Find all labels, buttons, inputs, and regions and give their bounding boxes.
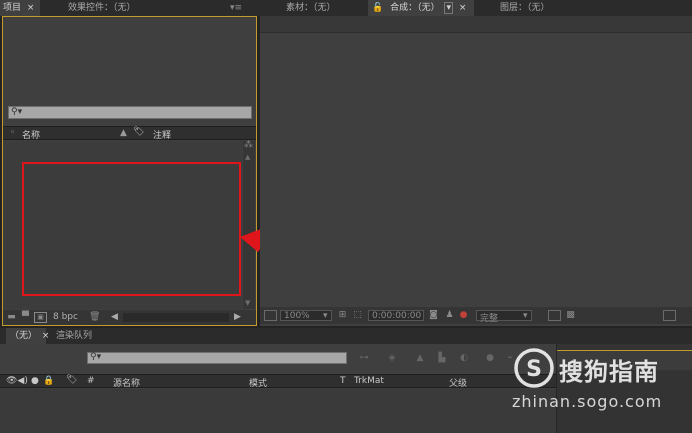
col-source-name[interactable]: 源名称 <box>113 376 140 389</box>
sogou-logo-icon: S <box>514 348 554 388</box>
tab-composition-label: 合成：（无） <box>390 3 440 13</box>
viewer-bottom-toolbar: 100% ▾ ⊞ ⬚ 0:00:00:00 ◙ ♟ ● 完整 ▾ ▩ <box>260 307 692 324</box>
always-preview-icon[interactable] <box>264 310 277 321</box>
timecode-display[interactable]: 0:00:00:00 <box>368 310 424 321</box>
panel-menu-icon[interactable]: ▾≡ <box>230 3 242 13</box>
tab-project-label: 项目 <box>3 3 22 13</box>
project-horizontal-scrollbar[interactable] <box>123 313 229 322</box>
snapshot-camera-icon[interactable]: ◙ <box>428 310 439 320</box>
svg-text:S: S <box>526 357 542 382</box>
3d-view-icon[interactable] <box>663 310 676 321</box>
tag-icon: 🏷 <box>133 127 145 137</box>
col-mode[interactable]: 模式 <box>249 376 267 389</box>
col-layer-number[interactable]: # <box>87 376 95 386</box>
watermark-brand: 搜狗指南 <box>559 358 659 386</box>
color-channel-icon[interactable]: ● <box>458 310 469 320</box>
av-features-icons: 👁◀) <box>6 376 28 386</box>
search-icon: ⚲▾ <box>11 107 23 117</box>
col-preserve-transparency[interactable]: T <box>340 376 346 386</box>
timeline-search-input[interactable]: ⚲▾ <box>87 352 347 364</box>
tab-layer-label: 图层：（无） <box>500 3 550 13</box>
viewer-top-strip <box>260 16 692 33</box>
tab-footage[interactable]: 素材：（无） <box>280 0 342 16</box>
tab-timeline-comp[interactable]: （无） × <box>6 328 49 344</box>
frame-blending-icon[interactable]: ▙ <box>436 353 448 363</box>
comp-dropdown-icon[interactable]: ▾ <box>444 2 454 14</box>
scroll-right-icon[interactable]: ▶ <box>232 312 243 322</box>
comp-mini-flowchart-icon[interactable]: ⊶ <box>357 353 371 363</box>
transparency-grid-icon[interactable]: ▩ <box>565 310 576 320</box>
timeline-layer-list[interactable] <box>0 389 556 433</box>
col-name-header[interactable]: 名称 <box>22 128 40 141</box>
flowchart-icon[interactable]: ⁂ <box>244 140 253 150</box>
label-icon[interactable]: 🏷 <box>66 375 77 385</box>
col-parent[interactable]: 父级 <box>449 376 467 389</box>
draft-3d-icon[interactable]: ◈ <box>386 353 398 363</box>
tab-effect-controls-label: 效果控件：（无） <box>68 3 136 13</box>
motion-blur-icon[interactable]: ◐ <box>458 353 470 363</box>
brainstorm-icon[interactable]: ● <box>484 353 496 363</box>
annotation-highlight-box <box>22 162 241 296</box>
timeline-tabbar: （无） × 渲染队列 <box>0 328 692 344</box>
tab-project[interactable]: 项目 × <box>0 0 40 16</box>
project-panel: ⚲▾ ◦ 名称 ▲ 🏷 注释 ⁂ ▲ ▼ ▬ ▀ ▣ 8 bpc 🗑 ◀ ▶ <box>2 16 257 326</box>
timeline-search-icon: ⚲▾ <box>90 352 102 362</box>
timeline-column-header: 👁◀) ● 🔒 🏷 # 源名称 模式 T TrkMat 父级 <box>0 374 556 389</box>
lock-column-icon[interactable]: 🔒 <box>43 376 54 386</box>
scroll-down-icon[interactable]: ▼ <box>245 299 250 307</box>
mask-visibility-icon[interactable]: ⬚ <box>352 310 363 320</box>
viewer-tabbar: 素材：（无） 🔓 合成：（无） ▾ × 图层：（无） <box>258 0 692 16</box>
tab-project-close-icon[interactable]: × <box>27 3 35 13</box>
new-composition-icon[interactable]: ▣ <box>34 312 47 323</box>
project-bottom-toolbar: ▬ ▀ ▣ 8 bpc 🗑 ◀ ▶ <box>3 310 256 325</box>
region-of-interest-icon[interactable] <box>548 310 561 321</box>
scroll-up-icon[interactable]: ▲ <box>245 153 250 161</box>
project-column-header: ◦ 名称 ▲ 🏷 注释 <box>3 126 256 141</box>
trash-icon[interactable]: 🗑 <box>89 312 100 322</box>
tab-footage-label: 素材：（无） <box>286 3 336 13</box>
col-comment-header[interactable]: 注释 <box>153 128 171 141</box>
new-folder-icon[interactable]: ▀ <box>20 312 31 322</box>
hide-shy-layers-icon[interactable]: ▲ <box>414 353 426 363</box>
tab-timeline-comp-label: （无） <box>10 331 38 341</box>
tab-composition[interactable]: 🔓 合成：（无） ▾ × <box>368 0 474 16</box>
watermark-logo: S 搜狗指南 <box>512 347 692 391</box>
magnification-select[interactable]: 100% ▾ <box>280 310 332 321</box>
label-tag-icon[interactable]: ◦ <box>10 128 15 138</box>
chevron-down-icon: ▾ <box>323 311 328 321</box>
lock-icon[interactable]: 🔓 <box>372 3 383 13</box>
show-snapshot-icon[interactable]: ♟ <box>444 310 455 320</box>
scroll-left-icon[interactable]: ◀ <box>109 312 120 322</box>
watermark-url: zhinan.sogo.com <box>512 392 663 411</box>
tab-render-queue-label: 渲染队列 <box>56 331 93 341</box>
viewer-canvas[interactable] <box>260 33 692 306</box>
bit-depth-button[interactable]: 8 bpc <box>53 312 78 322</box>
resolution-value: 完整 <box>480 314 499 324</box>
sort-ascending-icon[interactable]: ▲ <box>120 128 127 138</box>
composition-viewer: 100% ▾ ⊞ ⬚ 0:00:00:00 ◙ ♟ ● 完整 ▾ ▩ <box>260 16 692 326</box>
resolution-select[interactable]: 完整 ▾ <box>476 310 532 324</box>
tab-timeline-comp-close-icon[interactable]: × <box>42 331 50 341</box>
resolution-chevron-icon: ▾ <box>523 311 528 321</box>
tab-composition-close-icon[interactable]: × <box>459 3 467 13</box>
project-tabbar: 项目 × 效果控件：（无） ▾≡ <box>0 0 258 16</box>
col-trkmat[interactable]: TrkMat <box>354 376 384 386</box>
grid-icon[interactable]: ⊞ <box>337 310 348 320</box>
interpret-footage-icon[interactable]: ▬ <box>6 312 17 322</box>
tab-layer[interactable]: 图层：（无） <box>494 0 556 16</box>
project-search-input[interactable]: ⚲▾ <box>8 106 252 119</box>
timecode-value: 0:00:00:00 <box>372 311 422 321</box>
tab-render-queue[interactable]: 渲染队列 <box>50 328 98 344</box>
solo-icon[interactable]: ● <box>31 376 39 386</box>
tab-effect-controls[interactable]: 效果控件：（无） <box>62 0 142 16</box>
magnification-value: 100% <box>284 311 310 321</box>
